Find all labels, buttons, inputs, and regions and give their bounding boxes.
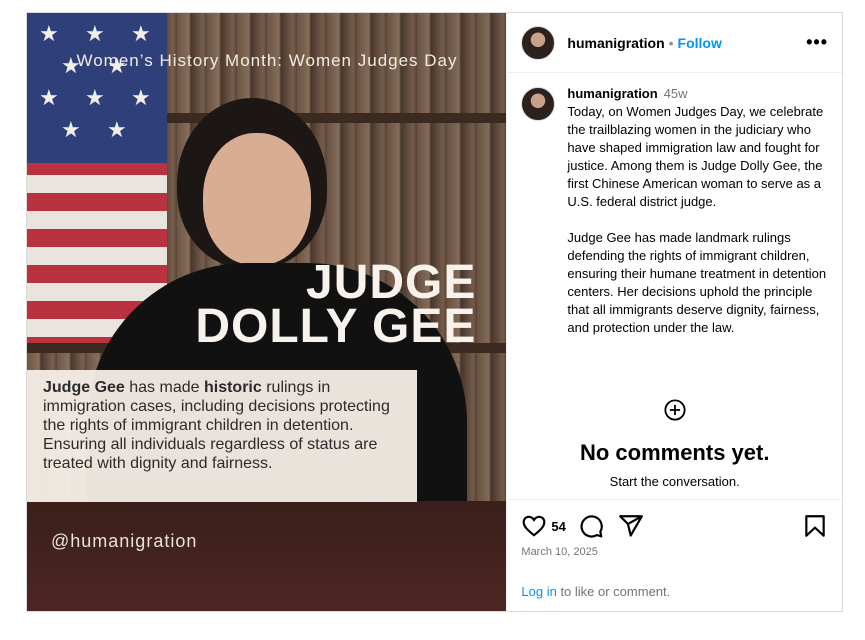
leather-chair [27, 501, 507, 611]
overlay-quote-box: Judge Gee has made historic rulings in i… [27, 370, 417, 502]
flag-canton: ★ ★ ★ ★ ★ ★ ★ ★ ★ ★ [27, 13, 167, 163]
star-icon: ★ [131, 85, 151, 110]
star-icon: ★ [85, 85, 105, 110]
actions-row: 54 [521, 512, 828, 540]
judge-face [203, 133, 311, 265]
caption-text: Today, on Women Judges Day, we celebrate… [567, 104, 827, 335]
caption-body: humanigration 45w Today, on Women Judges … [567, 85, 828, 337]
star-icon: ★ [39, 85, 59, 110]
login-rest-text: to like or comment. [556, 584, 671, 599]
comment-icon[interactable] [578, 513, 604, 539]
login-prompt: Log in to like or comment. [521, 584, 670, 599]
post-image[interactable]: ★ ★ ★ ★ ★ ★ ★ ★ ★ ★ Women’s History Mont… [27, 13, 507, 611]
name-line-2: DOLLY GEE [195, 300, 477, 353]
actions-bar: 54 March 10, 2025 [507, 499, 842, 558]
star-icon: ★ [85, 21, 105, 46]
no-comments-subtitle: Start the conversation. [609, 474, 740, 489]
quote-bold-2: historic [203, 379, 262, 396]
no-comments-title: No comments yet. [579, 440, 770, 465]
avatar[interactable] [521, 25, 556, 60]
quote-bold-1: Judge Gee [43, 379, 125, 396]
overlay-title: Women’s History Month: Women Judges Day [76, 51, 458, 70]
overlay-handle: @humanigration [51, 531, 198, 551]
more-horizontal-icon[interactable]: ••• [806, 32, 828, 53]
star-icon: ★ [61, 117, 81, 142]
star-icon: ★ [107, 117, 127, 142]
separator-dot: • [668, 34, 674, 51]
post-header: humanigration • Follow ••• [507, 13, 842, 73]
caption-username[interactable]: humanigration [567, 86, 657, 101]
share-icon[interactable] [618, 513, 644, 539]
plus-circle-icon [664, 399, 686, 421]
caption-avatar[interactable] [521, 87, 556, 121]
post-date[interactable]: March 10, 2025 [521, 546, 828, 558]
instagram-post: ★ ★ ★ ★ ★ ★ ★ ★ ★ ★ Women’s History Mont… [26, 12, 843, 612]
header-username[interactable]: humanigration [567, 35, 664, 51]
caption: humanigration 45w Today, on Women Judges … [507, 73, 842, 337]
bookmark-icon[interactable] [802, 513, 828, 539]
name-line-1: JUDGE [306, 256, 477, 309]
caption-time[interactable]: 45w [664, 86, 688, 101]
quote-text-1: has made [124, 379, 204, 396]
like-count[interactable]: 54 [551, 519, 565, 534]
heart-icon[interactable] [521, 513, 547, 539]
overlay-judge-name: JUDGE DOLLY GEE [195, 256, 477, 353]
star-icon: ★ [39, 21, 59, 46]
follow-button[interactable]: Follow [678, 35, 722, 51]
star-icon: ★ [131, 21, 151, 46]
no-comments-section: No comments yet. Start the conversation. [507, 399, 842, 489]
post-sidebar: humanigration • Follow ••• humanigration… [506, 13, 842, 611]
login-link[interactable]: Log in [521, 584, 556, 599]
